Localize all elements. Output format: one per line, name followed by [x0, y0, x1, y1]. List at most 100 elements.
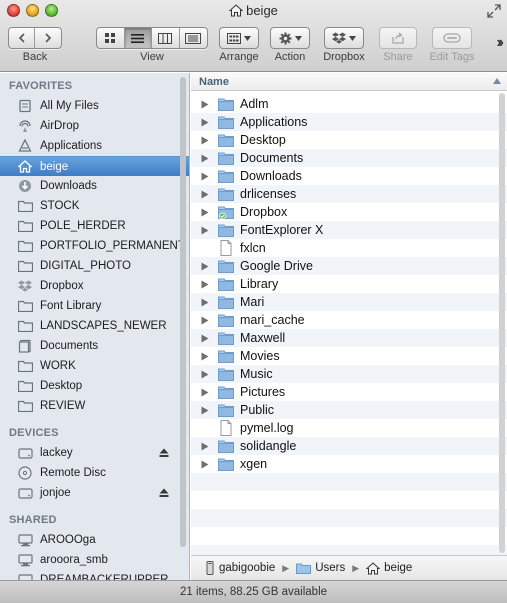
disclosure-triangle-icon[interactable]	[201, 442, 209, 451]
file-icon	[218, 420, 234, 436]
file-row[interactable]: mari_cache	[191, 311, 507, 329]
disclosure-triangle-icon[interactable]	[201, 118, 209, 127]
sidebar-item-favorite-2[interactable]: Applications	[0, 136, 189, 156]
file-row[interactable]: Movies	[191, 347, 507, 365]
sidebar-item-shared-2[interactable]: DREAMBACKERUPPER	[0, 570, 189, 580]
disclosure-triangle-icon[interactable]	[201, 280, 209, 289]
back-button[interactable]	[9, 28, 36, 48]
disclosure-triangle-icon[interactable]	[201, 352, 209, 361]
folder-icon	[218, 258, 234, 274]
disclosure-triangle-icon[interactable]	[201, 460, 209, 469]
sidebar-item-favorite-0[interactable]: All My Files	[0, 96, 189, 116]
folder-icon	[17, 398, 33, 414]
file-row[interactable]: Applications	[191, 113, 507, 131]
file-row[interactable]: Adlm	[191, 95, 507, 113]
file-row[interactable]: Documents	[191, 149, 507, 167]
file-row[interactable]: FontExplorer X	[191, 221, 507, 239]
file-list: Adlm Applications Desktop Documents Download…	[191, 95, 507, 563]
path-segment-beige[interactable]: beige	[384, 562, 412, 574]
sidebar-item-label: Remote Disc	[40, 467, 106, 479]
file-row[interactable]: Downloads	[191, 167, 507, 185]
arrange-button[interactable]	[219, 27, 259, 49]
file-row[interactable]: Pictures	[191, 383, 507, 401]
eject-icon[interactable]	[159, 448, 169, 458]
file-row[interactable]: Mari	[191, 293, 507, 311]
toolbar-overflow-icon[interactable]: ››	[496, 34, 503, 52]
file-row[interactable]: solidangle	[191, 437, 507, 455]
server-icon	[17, 572, 33, 580]
sidebar-item-favorite-9[interactable]: Dropbox	[0, 276, 189, 296]
disclosure-triangle-icon[interactable]	[201, 388, 209, 397]
dropbox-button[interactable]	[324, 27, 364, 49]
file-row[interactable]: Music	[191, 365, 507, 383]
disclosure-triangle-icon[interactable]	[201, 334, 209, 343]
sidebar-item-favorite-13[interactable]: WORK	[0, 356, 189, 376]
list-scrollbar[interactable]	[499, 93, 505, 553]
sidebar-item-favorite-14[interactable]: Desktop	[0, 376, 189, 396]
disclosure-triangle-icon[interactable]	[201, 262, 209, 271]
folder-icon	[17, 218, 33, 234]
sidebar-item-device-2[interactable]: jonjoe	[0, 483, 189, 503]
disclosure-triangle-icon[interactable]	[201, 226, 209, 235]
file-row[interactable]: Desktop	[191, 131, 507, 149]
file-row[interactable]: Library	[191, 275, 507, 293]
eject-icon[interactable]	[159, 488, 169, 498]
list-view-button[interactable]	[124, 28, 152, 48]
edit-tags-button[interactable]	[432, 27, 472, 49]
sidebar-item-favorite-1[interactable]: AirDrop	[0, 116, 189, 136]
sidebar-item-favorite-12[interactable]: Documents	[0, 336, 189, 356]
dropbox-folder-icon	[218, 204, 234, 220]
file-row[interactable]: pymel.log	[191, 419, 507, 437]
sidebar-item-label: AirDrop	[40, 120, 79, 132]
sidebar-item-favorite-11[interactable]: LANDSCAPES_NEWER	[0, 316, 189, 336]
disclosure-triangle-icon[interactable]	[201, 298, 209, 307]
sidebar-item-favorite-4[interactable]: Downloads	[0, 176, 189, 196]
sidebar-item-favorite-7[interactable]: PORTFOLIO_PERMANENT	[0, 236, 189, 256]
disclosure-triangle-icon[interactable]	[201, 316, 209, 325]
view-group	[96, 27, 208, 49]
file-row[interactable]: Dropbox	[191, 203, 507, 221]
file-row[interactable]: Maxwell	[191, 329, 507, 347]
edit-tags-label: Edit Tags	[429, 51, 475, 63]
file-row[interactable]: Public	[191, 401, 507, 419]
sidebar-item-favorite-10[interactable]: Font Library	[0, 296, 189, 316]
disclosure-triangle-icon[interactable]	[201, 208, 209, 217]
sidebar-item-shared-0[interactable]: AROOOga	[0, 530, 189, 550]
action-button[interactable]	[270, 27, 310, 49]
sidebar-item-device-0[interactable]: lackey	[0, 443, 189, 463]
column-view-button[interactable]	[152, 28, 180, 48]
path-segment-computer[interactable]: gabigoobie	[219, 562, 275, 574]
forward-button[interactable]	[35, 28, 61, 48]
sidebar-item-device-1[interactable]: Remote Disc	[0, 463, 189, 483]
coverflow-view-button[interactable]	[180, 28, 207, 48]
file-row[interactable]: xgen	[191, 455, 507, 473]
folder-icon	[17, 358, 33, 374]
sidebar-item-favorite-6[interactable]: POLE_HERDER	[0, 216, 189, 236]
path-segment-users[interactable]: Users	[315, 562, 345, 574]
column-header-name[interactable]: Name	[191, 73, 507, 91]
sidebar-scrollbar[interactable]	[180, 77, 186, 547]
icon-view-button[interactable]	[97, 28, 125, 48]
disclosure-triangle-icon[interactable]	[201, 190, 209, 199]
folder-icon	[218, 114, 234, 130]
sidebar-item-label: PORTFOLIO_PERMANENT	[40, 240, 185, 252]
disclosure-triangle-icon[interactable]	[201, 172, 209, 181]
sidebar-item-favorite-5[interactable]: STOCK	[0, 196, 189, 216]
disclosure-triangle-icon[interactable]	[201, 100, 209, 109]
sidebar-item-favorite-3[interactable]: beige	[0, 156, 189, 176]
disclosure-triangle-icon[interactable]	[201, 406, 209, 415]
disclosure-triangle-icon[interactable]	[201, 136, 209, 145]
sidebar-item-favorite-15[interactable]: REVIEW	[0, 396, 189, 416]
file-row[interactable]: fxlcn	[191, 239, 507, 257]
fullscreen-icon[interactable]	[487, 4, 501, 18]
applications-icon	[17, 138, 33, 154]
file-row[interactable]: Google Drive	[191, 257, 507, 275]
file-row-label: Google Drive	[240, 259, 313, 273]
disclosure-triangle-icon[interactable]	[201, 154, 209, 163]
file-row-label: Applications	[240, 115, 308, 129]
disclosure-triangle-icon[interactable]	[201, 370, 209, 379]
sidebar-item-favorite-8[interactable]: DIGITAL_PHOTO	[0, 256, 189, 276]
file-row[interactable]: drlicenses	[191, 185, 507, 203]
sidebar-item-shared-1[interactable]: arooога_smb	[0, 550, 189, 570]
share-button[interactable]	[379, 27, 417, 49]
